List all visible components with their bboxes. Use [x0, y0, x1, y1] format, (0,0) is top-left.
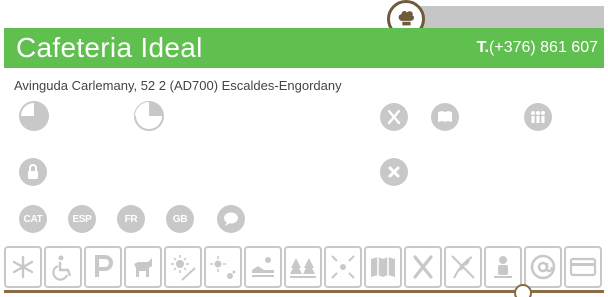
phone-prefix: T.	[476, 39, 490, 56]
language-cat: CAT	[23, 213, 43, 225]
restaurant-icon	[404, 246, 442, 288]
terrace-icon	[204, 246, 242, 288]
schedule-three-quarter-icon	[134, 101, 164, 131]
header-bar: Cafeteria Ideal T.(+376) 861 607	[4, 28, 604, 68]
close-icon	[380, 158, 408, 186]
schedule-quarter-icon	[19, 101, 49, 131]
chef-hat-icon	[398, 10, 415, 26]
credit-card-icon	[564, 246, 602, 288]
french-icon[interactable]: FR	[117, 205, 145, 233]
language-gb: GB	[172, 213, 188, 225]
chef-icon	[484, 246, 522, 288]
english-icon[interactable]: GB	[166, 205, 194, 233]
amenities-bar	[4, 246, 608, 288]
gluten-free-icon	[444, 246, 482, 288]
map-icon	[364, 246, 402, 288]
business-name: Cafeteria Ideal	[16, 32, 203, 63]
pets-icon	[124, 246, 162, 288]
catalan-icon[interactable]: CAT	[19, 205, 47, 233]
nature-icon	[284, 246, 322, 288]
group-icon	[524, 103, 552, 131]
wheelchair-icon	[44, 246, 82, 288]
lock-icon	[19, 158, 47, 186]
parking-icon	[84, 246, 122, 288]
cutlery-icon	[380, 103, 408, 131]
language-fr: FR	[124, 213, 138, 225]
phone-value: (+376) 861 607	[489, 39, 598, 56]
top-strip	[406, 6, 604, 28]
outdoor-icon	[244, 246, 282, 288]
email-icon[interactable]	[524, 246, 562, 288]
address: Avinguda Carlemany, 52 2 (AD700) Escalde…	[14, 78, 342, 93]
phone-number[interactable]: T.(+376) 861 607	[477, 39, 598, 57]
terrace-sun-icon	[164, 246, 202, 288]
expand-icon	[324, 246, 362, 288]
chat-icon[interactable]	[217, 205, 245, 233]
bottom-badge	[514, 284, 532, 297]
spanish-icon[interactable]: ESP	[68, 205, 96, 233]
air-conditioning-icon	[4, 246, 42, 288]
menu-icon	[431, 103, 459, 131]
language-esp: ESP	[72, 213, 92, 225]
